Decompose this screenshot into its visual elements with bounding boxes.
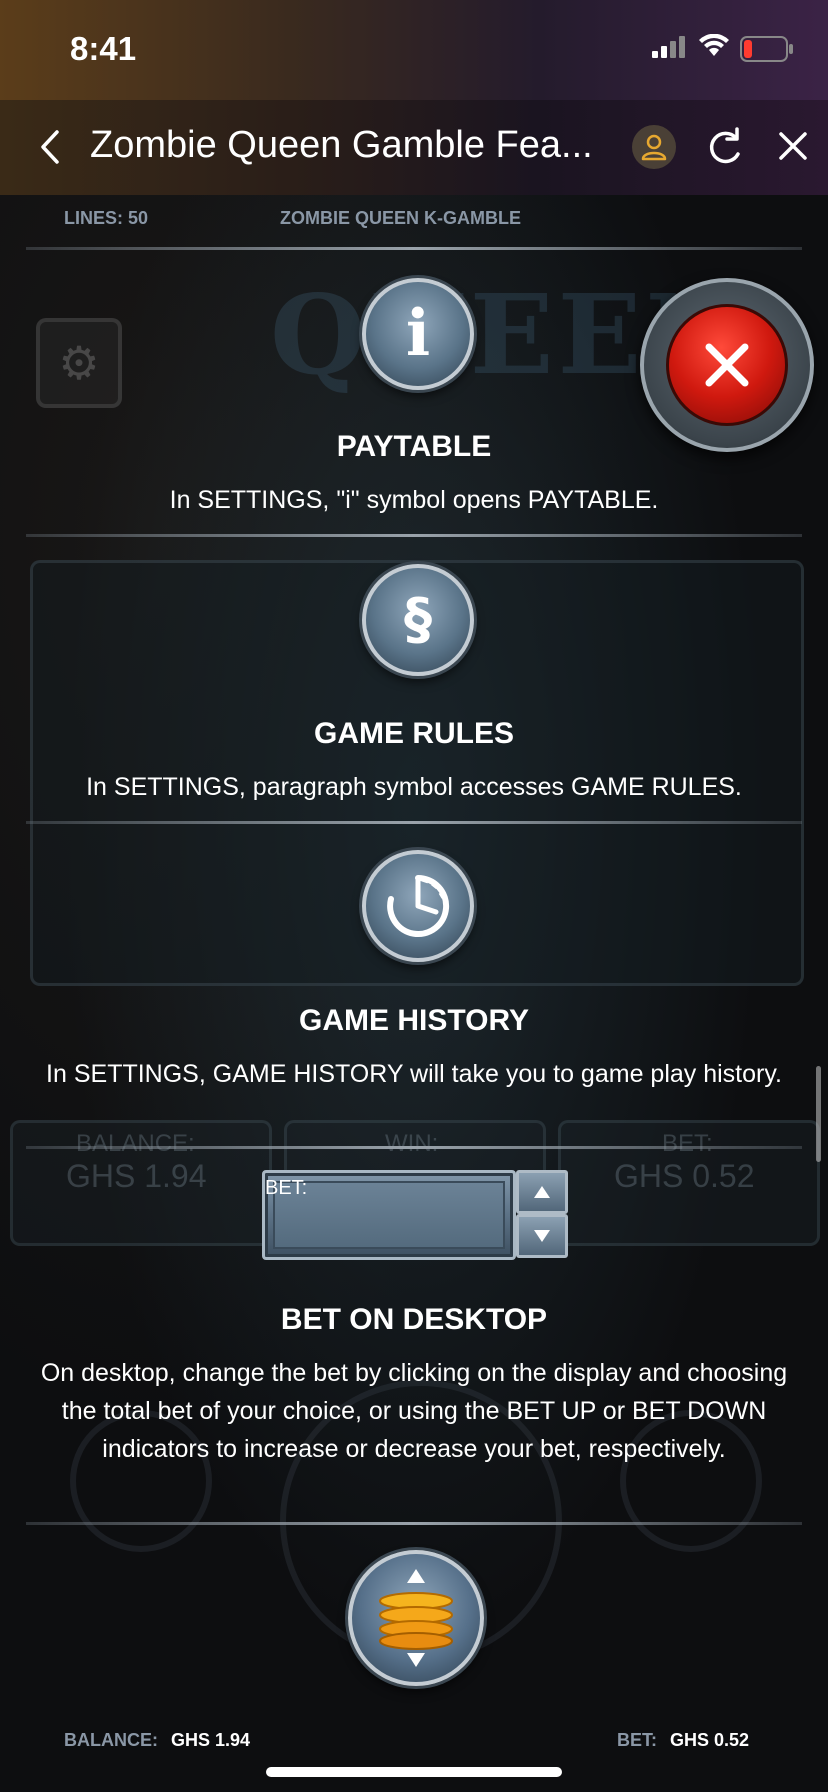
- home-indicator[interactable]: [266, 1767, 562, 1777]
- bet-down-arrow-icon: [516, 1214, 568, 1258]
- footer-balance-value: GHS 1.94: [171, 1730, 251, 1750]
- section-title-bet-desktop: BET ON DESKTOP: [280, 1303, 548, 1336]
- bet-up-arrow-icon: [516, 1170, 568, 1214]
- background-balance-label: BALANCE:: [76, 1130, 195, 1157]
- footer-bet: BET: GHS 0.52: [617, 1730, 749, 1751]
- wifi-icon: [699, 34, 729, 56]
- bet-display-panel: [273, 1181, 505, 1249]
- status-bar: 8:41: [0, 0, 828, 100]
- background-bet-value: GHS 0.52: [614, 1158, 755, 1194]
- chevron-left-icon: [41, 130, 59, 164]
- section-text-game-rules: In SETTINGS, paragraph symbol accesses G…: [86, 773, 742, 801]
- user-icon: [641, 134, 667, 161]
- divider: [26, 247, 802, 250]
- footer-balance-label: BALANCE:: [64, 1730, 158, 1750]
- scrollbar[interactable]: [816, 1066, 821, 1162]
- refresh-icon[interactable]: [704, 124, 744, 170]
- info-strip: LINES: 50 ZOMBIE QUEEN K-GAMBLE: [0, 200, 828, 240]
- section-title-game-rules: GAME RULES: [313, 717, 514, 750]
- background-bet-label: BET:: [662, 1130, 713, 1157]
- footer-balance: BALANCE: GHS 1.94: [64, 1730, 250, 1751]
- bet-display-label: BET:: [265, 1177, 308, 1199]
- divider: [26, 1522, 802, 1525]
- section-text-game-history: In SETTINGS, GAME HISTORY will take you …: [46, 1060, 782, 1088]
- paragraph-glyph: §: [404, 587, 432, 652]
- info-icon: i: [362, 278, 474, 390]
- divider: [26, 821, 802, 824]
- screen: ⚙ QUEEN BALANCE: GHS 1.94 WIN: BET: GHS …: [0, 0, 828, 1792]
- bet-coin-stack-icon: [348, 1550, 484, 1686]
- history-clock-icon: [362, 850, 474, 962]
- divider: [26, 1146, 802, 1149]
- background-balance-value: GHS 1.94: [66, 1158, 207, 1194]
- battery-low-icon: [740, 36, 793, 62]
- info-glyph: i: [405, 296, 431, 371]
- section-text-paytable: In SETTINGS, "i" symbol opens PAYTABLE.: [169, 486, 659, 514]
- page-title: Zombie Queen Gamble Fea...: [90, 124, 593, 166]
- background-balance-panel: [10, 1120, 272, 1246]
- background-win-label: WIN:: [385, 1130, 439, 1157]
- background-gear-icon: ⚙: [36, 318, 122, 408]
- footer-bet-label: BET:: [617, 1730, 657, 1750]
- footer-bar: BALANCE: GHS 1.94 BET: GHS 0.52: [0, 1720, 828, 1760]
- divider: [26, 534, 802, 537]
- account-button[interactable]: [632, 125, 676, 169]
- background-bet-panel: [558, 1120, 820, 1246]
- section-title-paytable: PAYTABLE: [336, 430, 492, 463]
- section-title-game-history: GAME HISTORY: [298, 1004, 530, 1037]
- close-x-icon: [666, 304, 788, 426]
- paragraph-icon: §: [362, 564, 474, 676]
- section-text-bet-desktop: On desktop, change the bet by clicking o…: [40, 1359, 788, 1463]
- game-name: ZOMBIE QUEEN K-GAMBLE: [280, 208, 521, 228]
- back-button[interactable]: [30, 122, 70, 172]
- lines-count: LINES: 50: [64, 208, 149, 228]
- footer-bet-value: GHS 0.52: [670, 1730, 750, 1750]
- status-time: 8:41: [70, 30, 137, 67]
- cellular-signal-icon: [652, 36, 685, 58]
- bet-display-icon: BET:: [262, 1170, 516, 1260]
- close-help-button[interactable]: [640, 278, 814, 452]
- close-icon[interactable]: [776, 126, 810, 166]
